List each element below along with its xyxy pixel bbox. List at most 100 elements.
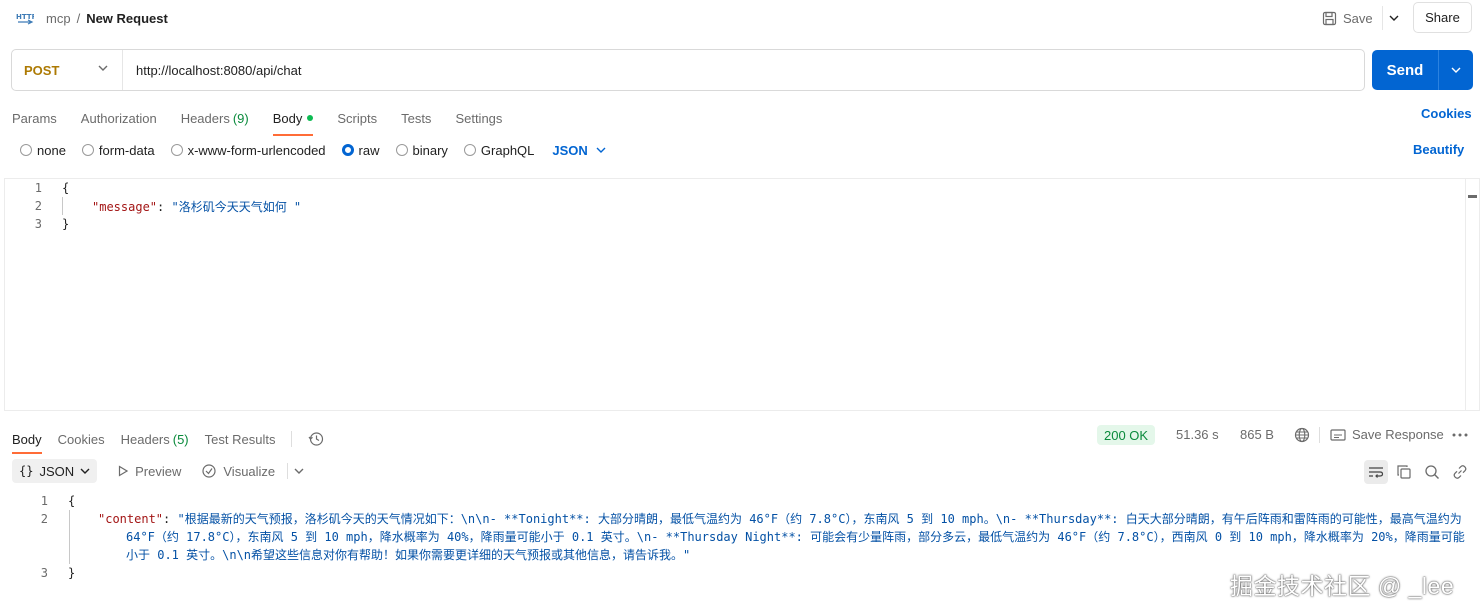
history-icon[interactable]	[308, 431, 324, 447]
line-number: 2	[40, 512, 48, 526]
response-size[interactable]: 865 B	[1240, 427, 1274, 442]
visualize-icon	[202, 464, 216, 478]
url-input[interactable]: http://localhost:8080/api/chat	[123, 63, 302, 78]
radio-circle	[20, 144, 32, 156]
tab-headers[interactable]: Headers (9)	[181, 106, 249, 130]
cookies-link[interactable]: Cookies	[1421, 106, 1472, 121]
radio-raw[interactable]: raw	[341, 142, 380, 158]
tab-label: Headers	[120, 431, 170, 447]
tab-tests[interactable]: Tests	[401, 106, 431, 130]
copy-icon	[1397, 465, 1411, 479]
indent-guide	[69, 510, 70, 564]
save-button[interactable]: Save	[1322, 8, 1373, 28]
method-select[interactable]: POST	[12, 50, 123, 90]
radio-circle	[463, 144, 476, 156]
radio-x-www-form-urlencoded[interactable]: x-www-form-urlencoded	[170, 143, 326, 158]
chevron-down-icon[interactable]	[294, 468, 304, 474]
radio-circle	[81, 144, 94, 156]
watermark: 掘金技术社区 @ _lee	[1230, 573, 1455, 599]
code-text: "content": "根据最新的天气预报，洛杉矶今天的天气情况如下：\n\n-…	[98, 510, 1468, 564]
code-line: 3 }	[5, 215, 69, 233]
headers-count: (9)	[232, 110, 249, 126]
code-line: 1 {	[4, 492, 75, 510]
editor-scrollbar[interactable]	[1465, 179, 1479, 410]
braces-icon: {}	[19, 464, 34, 478]
save-options-button[interactable]	[1382, 6, 1404, 30]
response-tab-headers[interactable]: Headers (5)	[121, 432, 189, 447]
chevron-down-icon	[1389, 15, 1398, 21]
beautify-button[interactable]: Beautify	[1413, 142, 1464, 157]
tab-scripts[interactable]: Scripts	[337, 106, 377, 130]
radio-circle	[395, 144, 408, 156]
response-action-icons	[1364, 460, 1472, 484]
share-button[interactable]: Share	[1413, 2, 1472, 33]
preview-button[interactable]: Preview	[117, 464, 181, 479]
save-icon	[1322, 11, 1337, 25]
link-button[interactable]	[1448, 460, 1472, 484]
response-tab-cookies[interactable]: Cookies	[58, 432, 105, 447]
tab-params[interactable]: Params	[12, 106, 57, 130]
tab-label: Body	[12, 431, 42, 447]
http-request-icon: HTTP	[16, 13, 34, 25]
visualize-button[interactable]: Visualize	[201, 463, 304, 479]
chevron-down-icon	[98, 65, 108, 71]
line-number: 1	[40, 494, 48, 508]
radio-binary[interactable]: binary	[395, 142, 448, 158]
body-format-label: JSON	[552, 142, 588, 158]
modified-dot	[307, 115, 314, 121]
radio-label: form-data	[98, 142, 155, 158]
method-label: POST	[24, 62, 60, 78]
breadcrumb: mcp / New Request	[46, 11, 168, 26]
divider	[287, 463, 289, 479]
body-format-select[interactable]: JSON	[552, 142, 606, 158]
tab-label: Cookies	[57, 431, 105, 447]
radio-circle-selected	[341, 144, 354, 156]
tab-label: Headers	[180, 110, 230, 126]
radio-graphql[interactable]: GraphQL	[463, 143, 534, 158]
tab-label: Authorization	[80, 110, 157, 126]
url-bar: POST http://localhost:8080/api/chat	[11, 49, 1365, 91]
code-text: {	[68, 494, 76, 508]
line-number: 1	[34, 181, 42, 195]
status-badge[interactable]: 200 OK	[1097, 425, 1156, 445]
response-format-select[interactable]: {} JSON	[12, 459, 98, 483]
code-line: 1 {	[5, 179, 69, 197]
json-colon: :	[157, 199, 172, 214]
tab-authorization[interactable]: Authorization	[81, 106, 157, 130]
response-format-label: JSON	[39, 463, 75, 479]
response-tab-test-results[interactable]: Test Results	[205, 432, 276, 447]
breadcrumb-request-name[interactable]: New Request	[86, 11, 168, 26]
response-tabs: Body Cookies Headers (5) Test Results	[12, 427, 324, 454]
code-text: {	[62, 181, 70, 195]
save-response-icon	[1330, 428, 1346, 441]
more-options-icon[interactable]	[1452, 433, 1468, 437]
radio-label: none	[37, 142, 66, 158]
search-button[interactable]	[1420, 460, 1444, 484]
tab-label: Params	[12, 110, 57, 126]
radio-form-data[interactable]: form-data	[81, 142, 155, 158]
send-options-button[interactable]	[1439, 67, 1473, 73]
radio-label: binary	[412, 142, 448, 158]
wrap-lines-button[interactable]	[1364, 460, 1388, 484]
visualize-label: Visualize	[223, 463, 276, 479]
tab-settings[interactable]: Settings	[455, 106, 502, 130]
svg-text:HTTP: HTTP	[16, 13, 34, 21]
request-body-editor[interactable]: 1 { 2 "message": "洛杉矶今天天气如何 " 3 }	[4, 178, 1480, 411]
code-text: }	[68, 566, 76, 580]
radio-none[interactable]: none	[20, 143, 66, 158]
request-tabs: Params Authorization Headers (9) Body Scr…	[12, 106, 502, 136]
send-button[interactable]: Send	[1372, 50, 1473, 90]
copy-button[interactable]	[1392, 460, 1416, 484]
tab-body[interactable]: Body	[272, 106, 314, 136]
breadcrumb-collection[interactable]: mcp	[46, 11, 71, 26]
save-response-button[interactable]: Save Response	[1330, 427, 1444, 442]
response-time[interactable]: 51.36 s	[1176, 427, 1219, 442]
tab-label: Body	[272, 110, 303, 126]
scrollbar-thumb[interactable]	[1468, 195, 1477, 198]
response-tab-body[interactable]: Body	[12, 431, 42, 454]
radio-label: raw	[358, 142, 380, 158]
divider	[1319, 427, 1320, 443]
chevron-down-icon	[80, 468, 90, 474]
save-label: Save	[1343, 10, 1373, 26]
globe-icon[interactable]	[1294, 427, 1310, 443]
